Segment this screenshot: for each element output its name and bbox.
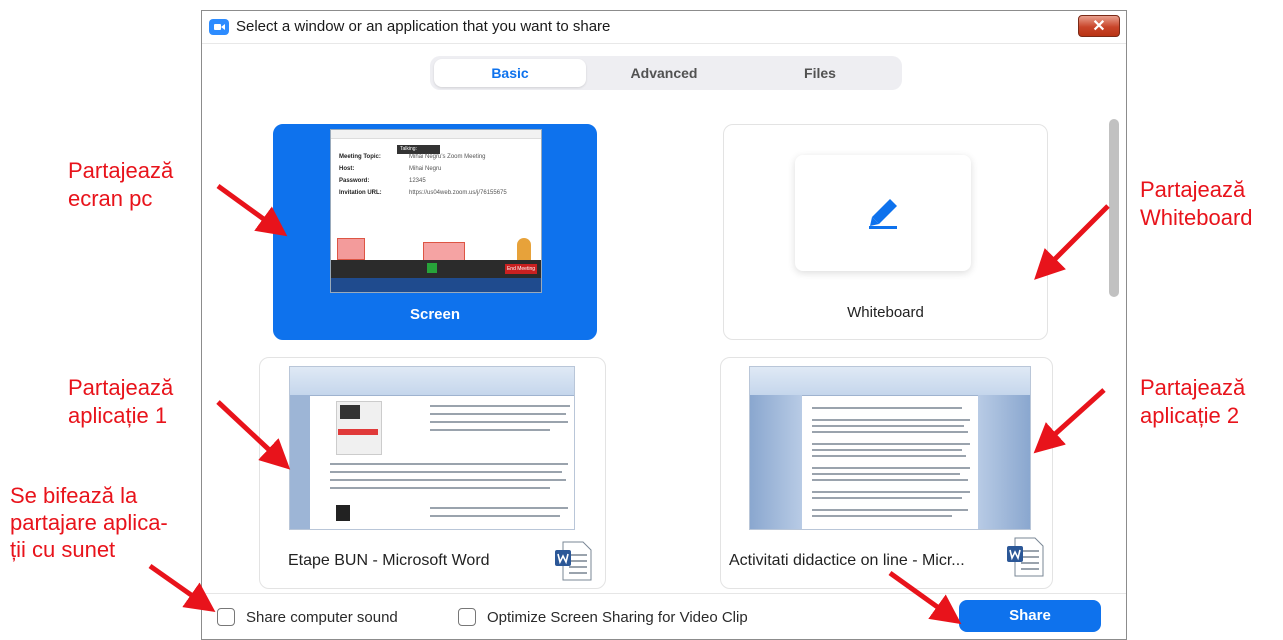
pen-icon xyxy=(869,199,897,229)
screen-thumbnail: Talking: Meeting Topic: Mihai Negru's Zo… xyxy=(330,129,542,293)
annotation-share-sound: Se bifează la partajare aplica- ții cu s… xyxy=(10,483,168,562)
app2-thumbnail xyxy=(749,366,1031,530)
title-bar: Select a window or an application that y… xyxy=(202,11,1126,44)
close-button[interactable]: ✕ xyxy=(1078,15,1120,37)
meeting-toolbar: End Meeting xyxy=(331,260,541,278)
share-option-app-etape-bun[interactable]: Etape BUN - Microsoft Word xyxy=(259,357,606,589)
annotation-share-app1: Partajează aplicație 1 xyxy=(68,375,174,428)
whiteboard-label: Whiteboard xyxy=(847,304,924,321)
tab-files[interactable]: Files xyxy=(742,59,898,87)
share-option-whiteboard[interactable]: Whiteboard xyxy=(723,124,1048,340)
optimize-video-checkbox[interactable] xyxy=(458,608,476,626)
app2-label: Activitati didactice on line - Micr... xyxy=(729,552,965,569)
app1-label: Etape BUN - Microsoft Word xyxy=(288,552,490,569)
share-tabs: Basic Advanced Files xyxy=(430,56,902,90)
share-screen-dialog: Select a window or an application that y… xyxy=(201,10,1127,640)
taskbar xyxy=(331,278,541,292)
annotation-share-app2: Partajează aplicație 2 xyxy=(1140,375,1246,428)
annotation-share-screen: Partajează ecran pc xyxy=(68,158,174,211)
tab-basic[interactable]: Basic xyxy=(434,59,586,87)
scrollbar-thumb[interactable] xyxy=(1109,119,1119,297)
share-sound-checkbox[interactable] xyxy=(217,608,235,626)
whiteboard-preview xyxy=(795,155,971,271)
bottom-bar: Share computer sound Optimize Screen Sha… xyxy=(202,593,1126,639)
window-title: Select a window or an application that y… xyxy=(236,18,611,35)
word-document-icon xyxy=(555,541,592,581)
screen-label: Screen xyxy=(409,306,461,323)
app1-thumbnail xyxy=(289,366,575,530)
optimize-video-label[interactable]: Optimize Screen Sharing for Video Clip xyxy=(487,609,748,626)
share-button[interactable]: Share xyxy=(959,600,1101,632)
share-sound-label[interactable]: Share computer sound xyxy=(246,609,398,626)
share-option-screen[interactable]: Talking: Meeting Topic: Mihai Negru's Zo… xyxy=(273,124,597,340)
annotation-share-whiteboard: Partajează Whiteboard xyxy=(1140,177,1253,230)
arrow-to-sound-checkbox xyxy=(148,563,216,613)
tab-advanced[interactable]: Advanced xyxy=(588,59,740,87)
word-document-icon xyxy=(1007,537,1044,577)
share-option-app-activitati[interactable]: Activitati didactice on line - Micr... xyxy=(720,357,1053,589)
zoom-logo-icon xyxy=(209,19,229,35)
